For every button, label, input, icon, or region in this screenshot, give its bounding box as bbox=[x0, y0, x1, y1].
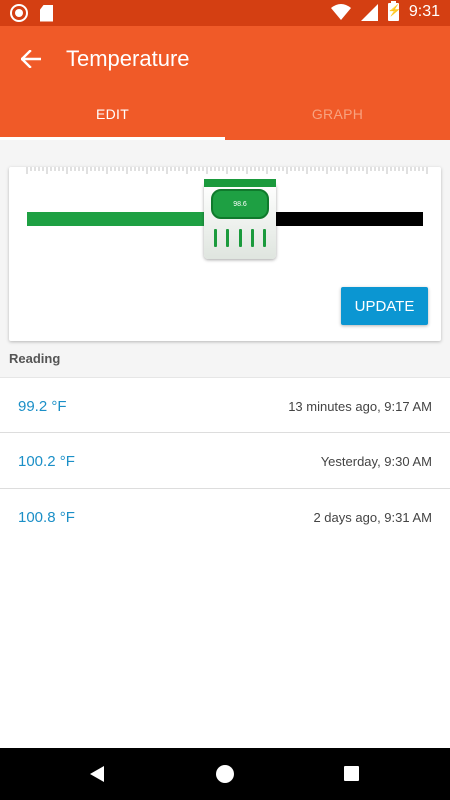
thermometer-card: 98.6 UPDATE bbox=[9, 167, 441, 341]
back-button[interactable] bbox=[14, 42, 48, 76]
slider-track-filled bbox=[27, 212, 207, 226]
sd-card-icon bbox=[40, 4, 53, 22]
app-bar: Temperature EDIT GRAPH bbox=[0, 26, 450, 140]
status-time: 9:31 bbox=[408, 3, 440, 20]
nav-recents-icon[interactable] bbox=[344, 766, 359, 781]
reading-row[interactable]: 99.2 °F 13 minutes ago, 9:17 AM bbox=[0, 377, 450, 433]
slider-track-empty bbox=[273, 212, 423, 226]
tab-edit[interactable]: EDIT bbox=[0, 96, 225, 140]
tab-graph[interactable]: GRAPH bbox=[225, 96, 450, 140]
thermometer-grip bbox=[214, 229, 266, 247]
thermometer-top bbox=[204, 179, 276, 187]
reading-value: 100.8 °F bbox=[18, 509, 75, 526]
signal-icon bbox=[360, 3, 378, 21]
reading-time: Yesterday, 9:30 AM bbox=[320, 454, 432, 469]
thermometer-display: 98.6 bbox=[211, 189, 269, 219]
reading-time: 13 minutes ago, 9:17 AM bbox=[288, 399, 432, 414]
reading-value: 99.2 °F bbox=[18, 398, 67, 415]
readings-list: 99.2 °F 13 minutes ago, 9:17 AM 100.2 °F… bbox=[0, 377, 450, 545]
tab-bar: EDIT GRAPH bbox=[0, 96, 450, 140]
reading-row[interactable]: 100.2 °F Yesterday, 9:30 AM bbox=[0, 433, 450, 489]
update-button[interactable]: UPDATE bbox=[341, 287, 428, 325]
arrow-back-icon bbox=[21, 50, 41, 68]
reading-row[interactable]: 100.8 °F 2 days ago, 9:31 AM bbox=[0, 489, 450, 545]
reading-time: 2 days ago, 9:31 AM bbox=[313, 510, 432, 525]
section-label-reading: Reading bbox=[9, 351, 61, 366]
status-bar: 9:31 bbox=[0, 0, 450, 26]
system-nav-bar bbox=[0, 748, 450, 800]
wifi-icon bbox=[330, 4, 351, 20]
page-title: Temperature bbox=[66, 46, 190, 71]
thermometer-slider-handle[interactable]: 98.6 bbox=[204, 179, 276, 261]
reading-value: 100.2 °F bbox=[18, 453, 75, 470]
nav-home-icon[interactable] bbox=[216, 765, 234, 783]
battery-charging-icon bbox=[387, 1, 399, 21]
nav-back-icon[interactable] bbox=[90, 766, 104, 782]
empty-content-area bbox=[0, 544, 450, 748]
record-icon bbox=[10, 4, 28, 22]
thermometer-value: 98.6 bbox=[233, 201, 247, 208]
